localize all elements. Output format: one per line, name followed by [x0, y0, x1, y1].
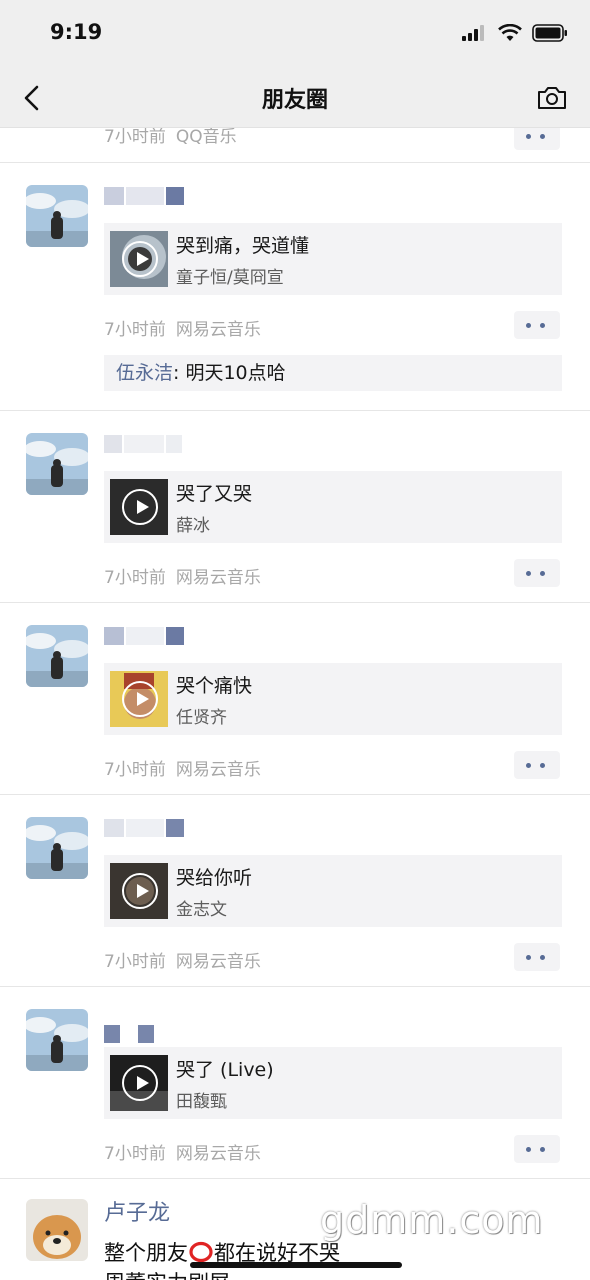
post-source: QQ音乐	[175, 128, 237, 147]
moments-feed[interactable]: 7小时前 QQ音乐 哭到痛，哭道懂 童子恒/莫冏宣 7小时前 网易云音乐 伍永洁: …	[0, 128, 590, 1280]
avatar[interactable]	[26, 1009, 88, 1071]
moment-post: 哭个痛快 任贤齐 7小时前 网易云音乐	[0, 602, 590, 794]
comment-user[interactable]: 伍永洁	[116, 362, 173, 384]
post-source: 网易云音乐	[175, 952, 261, 972]
avatar[interactable]	[26, 1199, 88, 1261]
song-title: 哭给你听	[176, 867, 253, 889]
album-cover	[110, 863, 168, 919]
more-button[interactable]	[514, 751, 560, 779]
post-time: 7小时前	[104, 568, 166, 588]
comment[interactable]: 伍永洁: 明天10点哈	[104, 355, 562, 391]
post-source: 网易云音乐	[175, 568, 261, 588]
song-title: 哭了 (Live)	[176, 1059, 274, 1081]
album-cover	[110, 671, 168, 727]
camera-icon[interactable]	[536, 82, 568, 114]
moment-post: 哭了 (Live) 田馥甄 7小时前 网易云音乐	[0, 986, 590, 1178]
post-meta: 7小时前 网易云音乐	[104, 315, 261, 340]
post-time: 7小时前	[104, 952, 166, 972]
post-time: 7小时前	[104, 128, 166, 147]
comment-text: : 明天10点哈	[173, 362, 286, 384]
underline-mark	[190, 1262, 402, 1268]
post-source: 网易云音乐	[175, 760, 261, 780]
post-meta: 7小时前 QQ音乐	[104, 128, 237, 147]
song-title: 哭了又哭	[176, 483, 253, 505]
more-button[interactable]	[514, 559, 560, 587]
post-source: 网易云音乐	[175, 1144, 261, 1164]
song-artist: 金志文	[176, 900, 227, 920]
music-card[interactable]: 哭了 (Live) 田馥甄	[104, 1047, 562, 1119]
play-icon	[122, 681, 158, 717]
song-artist: 田馥甄	[176, 1092, 227, 1112]
moment-post: 哭给你听 金志文 7小时前 网易云音乐	[0, 794, 590, 986]
circle-icon	[189, 1241, 213, 1263]
post-time: 7小时前	[104, 320, 166, 340]
post-meta: 7小时前 网易云音乐	[104, 947, 261, 972]
name-redacted	[104, 1025, 154, 1043]
status-icons	[462, 24, 568, 42]
song-artist: 薛冰	[176, 516, 210, 536]
play-icon	[122, 489, 158, 525]
music-card[interactable]: 哭个痛快 任贤齐	[104, 663, 562, 735]
name-redacted	[104, 627, 184, 645]
wifi-icon	[498, 24, 522, 41]
avatar[interactable]	[26, 433, 88, 495]
song-artist: 任贤齐	[176, 708, 227, 728]
song-artist: 童子恒/莫冏宣	[176, 268, 284, 288]
post-time: 7小时前	[104, 1144, 166, 1164]
status-time: 9:19	[50, 20, 103, 44]
album-cover	[110, 1055, 168, 1111]
song-title: 哭个痛快	[176, 675, 253, 697]
moment-post: 哭到痛，哭道懂 童子恒/莫冏宣 7小时前 网易云音乐 伍永洁: 明天10点哈	[0, 162, 590, 410]
poster-name[interactable]: 卢子龙	[104, 1195, 170, 1227]
album-cover	[110, 231, 168, 287]
more-button[interactable]	[514, 128, 560, 150]
music-card[interactable]: 哭到痛，哭道懂 童子恒/莫冏宣	[104, 223, 562, 295]
signal-icon	[462, 25, 484, 41]
post-meta: 7小时前 网易云音乐	[104, 1139, 261, 1164]
avatar[interactable]	[26, 817, 88, 879]
play-icon	[122, 1065, 158, 1101]
watermark: gdmm.com	[320, 1198, 544, 1242]
play-icon	[122, 873, 158, 909]
more-button[interactable]	[514, 1135, 560, 1163]
page-title: 朋友圈	[261, 88, 328, 113]
album-cover	[110, 479, 168, 535]
avatar[interactable]	[26, 625, 88, 687]
name-redacted	[104, 435, 182, 453]
play-icon	[122, 241, 158, 277]
moment-post: 哭了又哭 薛冰 7小时前 网易云音乐	[0, 410, 590, 602]
post-text-part: 整个朋友	[104, 1241, 188, 1265]
more-button[interactable]	[514, 311, 560, 339]
battery-icon	[532, 24, 567, 42]
nav-bar: 朋友圈	[0, 70, 590, 128]
music-card[interactable]: 哭给你听 金志文	[104, 855, 562, 927]
post-text-line2: 周董实力刷屏	[104, 1267, 230, 1280]
more-button[interactable]	[514, 943, 560, 971]
name-redacted	[104, 819, 184, 837]
status-bar: 9:19	[0, 0, 590, 70]
avatar[interactable]	[26, 185, 88, 247]
post-source: 网易云音乐	[175, 320, 261, 340]
music-card[interactable]: 哭了又哭 薛冰	[104, 471, 562, 543]
partial-post: 7小时前 QQ音乐	[0, 128, 590, 162]
post-meta: 7小时前 网易云音乐	[104, 563, 261, 588]
song-title: 哭到痛，哭道懂	[176, 235, 310, 257]
post-meta: 7小时前 网易云音乐	[104, 755, 261, 780]
post-time: 7小时前	[104, 760, 166, 780]
name-redacted	[104, 187, 184, 205]
